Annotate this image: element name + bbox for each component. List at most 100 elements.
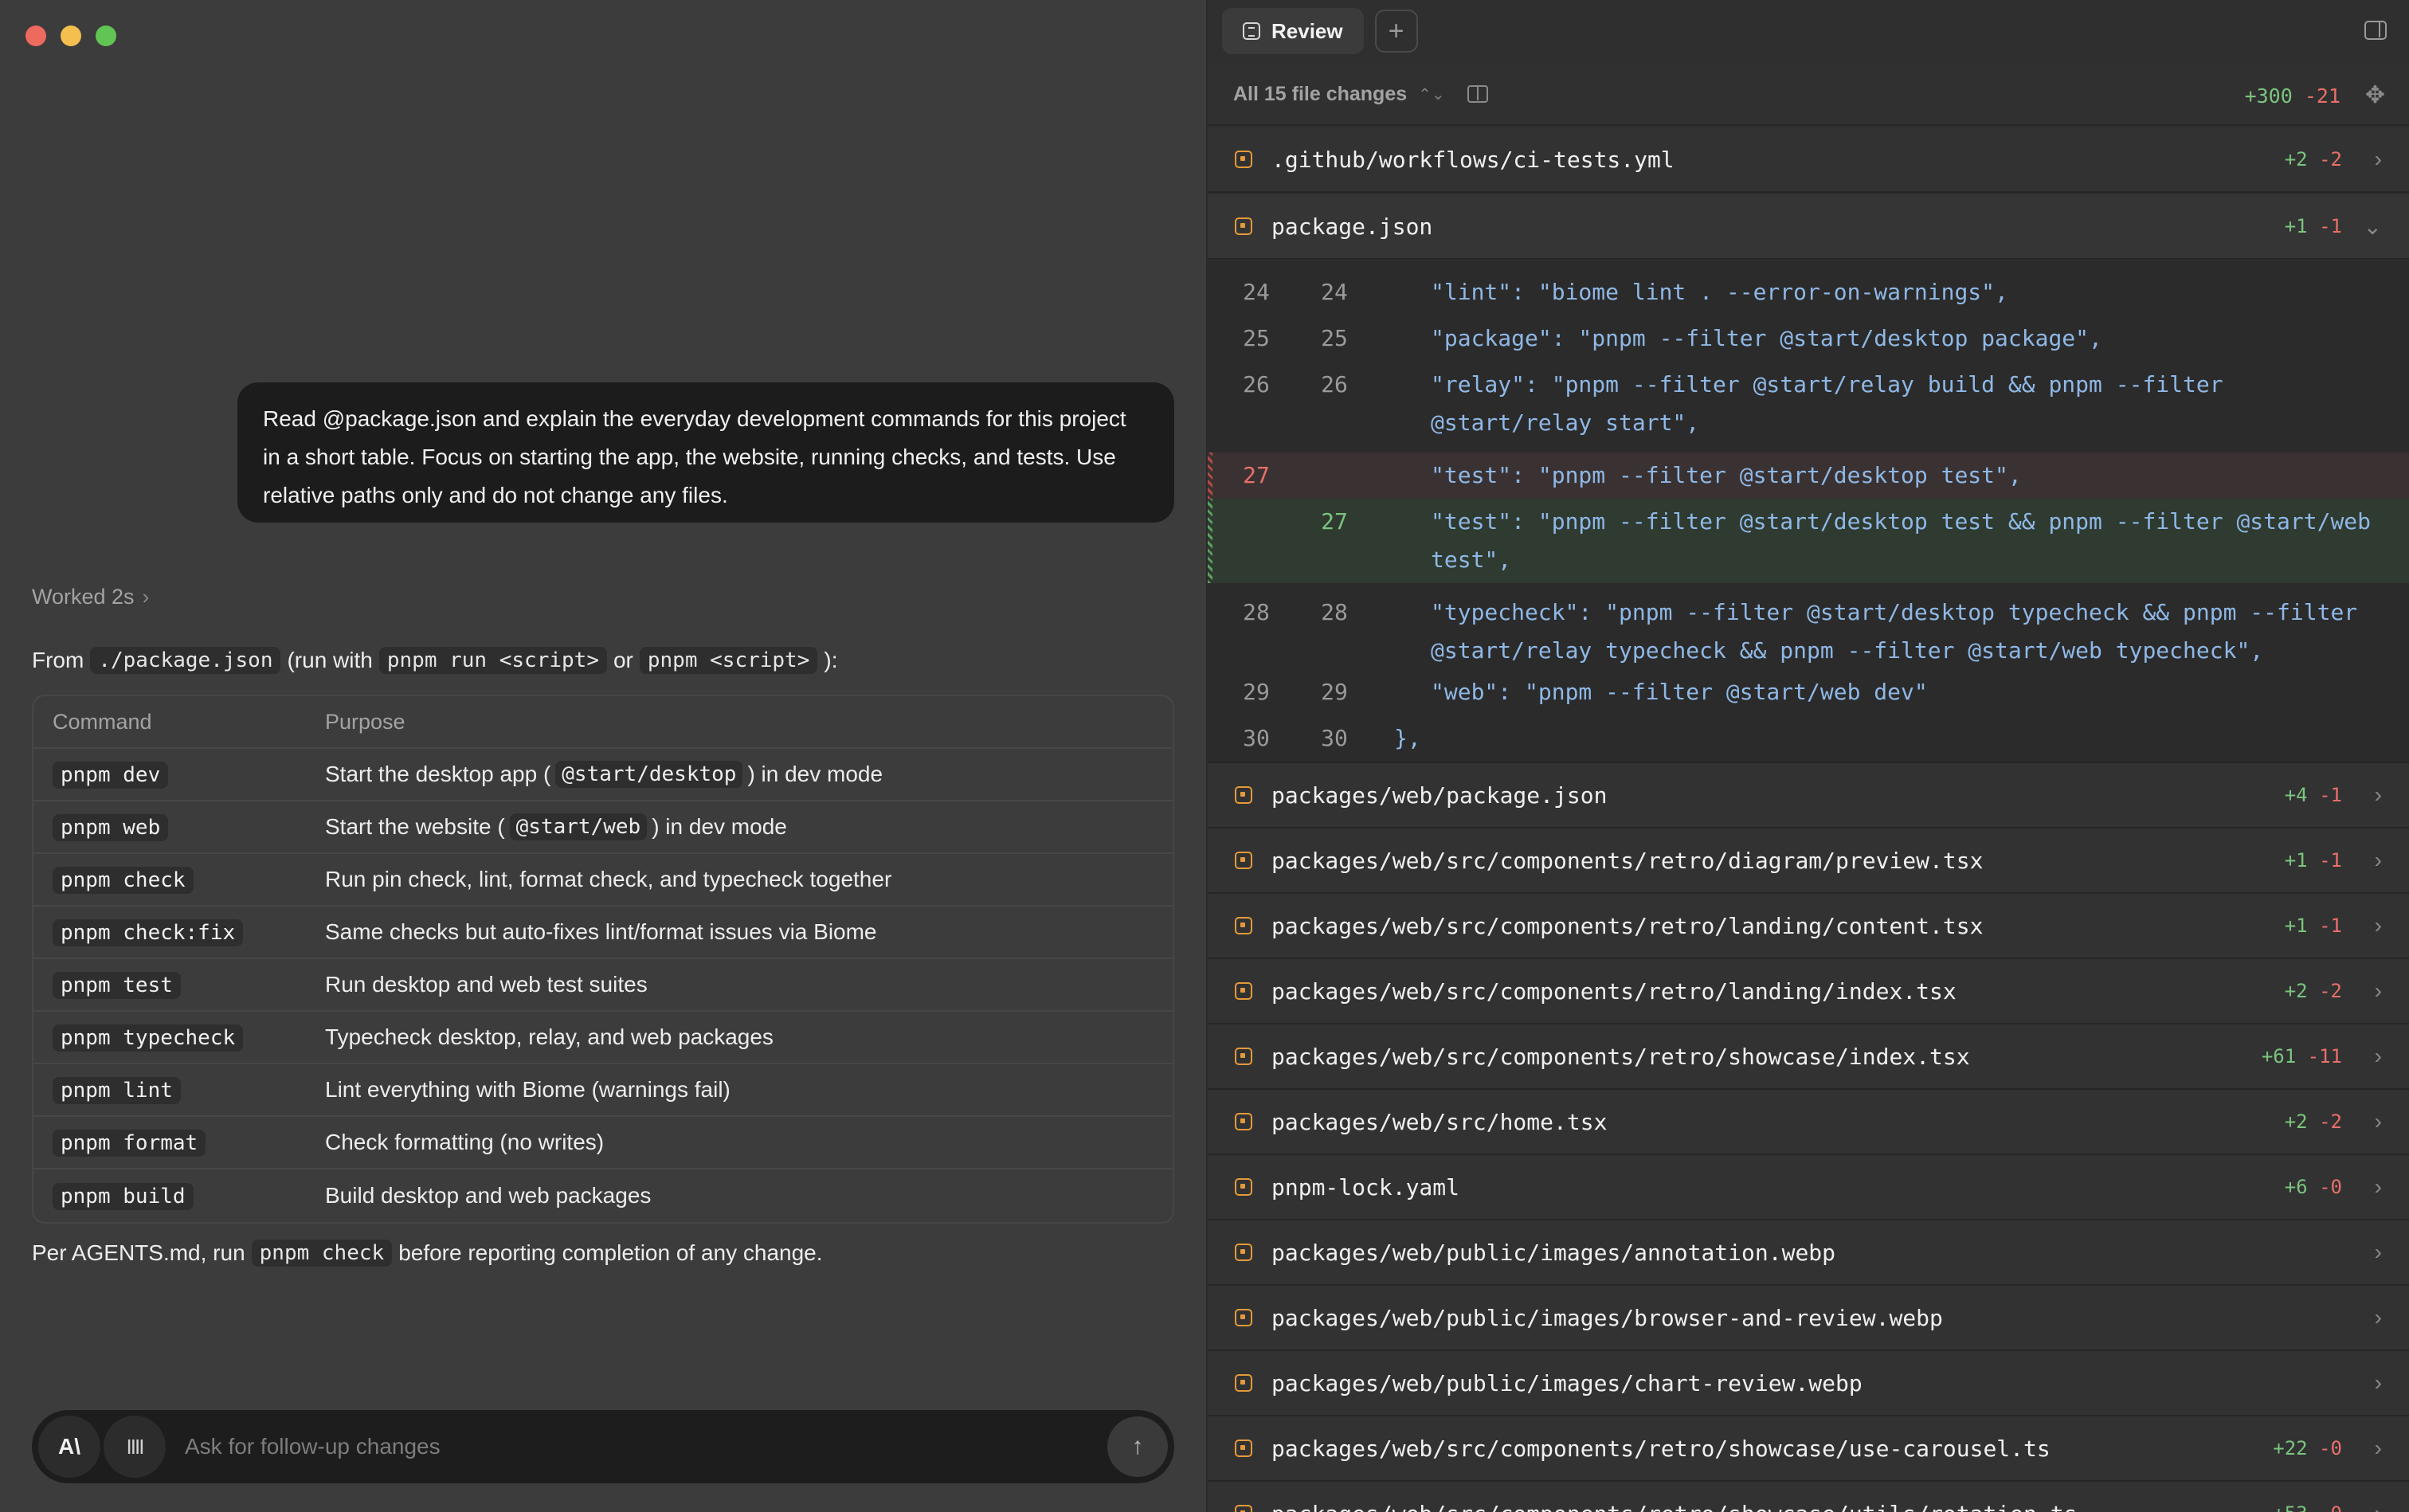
file-stats: +2 -2 xyxy=(2285,148,2342,170)
worked-disclosure[interactable]: Worked 2s › xyxy=(32,585,149,609)
chevron-updown-icon[interactable]: ⌃⌄ xyxy=(1418,84,1445,104)
send-button[interactable]: ↑ xyxy=(1107,1416,1168,1477)
file-additions: +6 xyxy=(2284,1176,2308,1198)
zoom-window-button[interactable] xyxy=(96,25,116,46)
modified-file-icon xyxy=(1235,982,1252,1000)
modified-file-icon xyxy=(1235,1048,1252,1065)
file-name: packages/web/src/components/retro/showca… xyxy=(1271,1043,1970,1070)
file-deletions: -2 xyxy=(2319,980,2342,1002)
purpose-code: @start/web xyxy=(509,813,648,840)
intro-end: ): xyxy=(824,648,838,672)
purpose-cell: Start the desktop app (@start/desktop) i… xyxy=(325,761,1173,788)
chevron-right-icon: › xyxy=(2374,1109,2382,1134)
file-deletions: -2 xyxy=(2319,148,2342,170)
command-cell: pnpm dev xyxy=(33,762,325,789)
window-controls xyxy=(25,25,116,46)
modified-file-icon xyxy=(1235,852,1252,869)
file-deletions: -0 xyxy=(2319,1502,2342,1512)
modified-file-icon xyxy=(1235,1113,1252,1130)
chevron-right-icon: › xyxy=(2374,1044,2382,1068)
chevron-right-icon: › xyxy=(2374,978,2382,1003)
follow-up-input[interactable]: Ask for follow-up changes xyxy=(185,1434,1107,1459)
move-icon[interactable]: ✥ xyxy=(2365,81,2385,109)
close-window-button[interactable] xyxy=(25,25,46,46)
diff-code: }, xyxy=(1394,725,1421,751)
file-row[interactable]: packages/web/public/images/annotation.we… xyxy=(1208,1220,2409,1286)
file-row[interactable]: packages/web/src/components/retro/showca… xyxy=(1208,1482,2409,1512)
file-additions: +53 xyxy=(2273,1502,2307,1512)
new-tab-button[interactable]: + xyxy=(1374,10,1418,53)
command-code: pnpm lint xyxy=(53,1077,181,1104)
minimize-window-button[interactable] xyxy=(61,25,81,46)
purpose-text: Run pin check, lint, format check, and t… xyxy=(325,867,892,891)
review-tabbar: Review + xyxy=(1208,0,2409,62)
diff-code: "test": "pnpm --filter @start/desktop te… xyxy=(1431,508,2384,573)
file-row[interactable]: packages/web/public/images/chart-review.… xyxy=(1208,1351,2409,1416)
file-row[interactable]: pnpm-lock.yaml +6 -0 › xyxy=(1208,1155,2409,1220)
file-row[interactable]: packages/web/src/components/retro/showca… xyxy=(1208,1024,2409,1090)
file-row-expanded[interactable]: package.json +1 -1 ⌄ xyxy=(1208,194,2409,260)
file-row[interactable]: packages/web/src/home.tsx +2 -2 › xyxy=(1208,1090,2409,1155)
header-purpose: Purpose xyxy=(325,709,405,734)
file-deletions: -11 xyxy=(2307,1045,2342,1067)
file-row[interactable]: packages/web/public/images/browser-and-r… xyxy=(1208,1286,2409,1351)
diff-view: 24 24 "lint": "biome lint . --error-on-w… xyxy=(1208,261,2409,763)
file-stats: +1 -1 xyxy=(2285,215,2342,237)
modified-file-icon xyxy=(1235,917,1252,934)
old-line-number: 29 xyxy=(1243,679,1270,705)
total-additions: +300 xyxy=(2244,84,2293,108)
commands-table: Command Purpose pnpm dev Start the deskt… xyxy=(32,695,1174,1224)
diff-code: "typecheck": "pnpm --filter @start/deskt… xyxy=(1431,599,2372,664)
old-line-number: 24 xyxy=(1243,279,1270,305)
diff-code: "package": "pnpm --filter @start/desktop… xyxy=(1431,325,2102,351)
file-additions: +2 xyxy=(2284,980,2308,1002)
diff-line: 30 30 }, xyxy=(1208,715,2409,762)
file-row[interactable]: packages/web/src/components/retro/diagra… xyxy=(1208,828,2409,894)
deletion-marker xyxy=(1208,452,1212,499)
modified-file-icon xyxy=(1235,1309,1252,1326)
file-name: packages/web/src/home.tsx xyxy=(1271,1108,1608,1135)
footer-code: pnpm check xyxy=(251,1240,393,1267)
command-code: pnpm format xyxy=(53,1130,206,1157)
file-deletions: -2 xyxy=(2319,1110,2342,1133)
diff-line: 24 24 "lint": "biome lint . --error-on-w… xyxy=(1208,269,2409,315)
file-name: packages/web/src/components/retro/showca… xyxy=(1271,1435,2051,1462)
tab-review[interactable]: Review xyxy=(1222,8,1364,54)
app-window: Read @package.json and explain the every… xyxy=(0,0,2409,1512)
new-line-number: 25 xyxy=(1321,325,1348,351)
modified-file-icon xyxy=(1235,217,1252,235)
file-changes-selector[interactable]: All 15 file changes xyxy=(1233,83,1407,106)
chevron-right-icon: › xyxy=(2374,147,2382,171)
file-row[interactable]: packages/web/src/components/retro/landin… xyxy=(1208,894,2409,959)
file-row[interactable]: packages/web/package.json +4 -1 › xyxy=(1208,763,2409,828)
split-view-icon[interactable] xyxy=(1467,85,1488,103)
table-row: pnpm typecheck Typecheck desktop, relay,… xyxy=(33,1012,1173,1064)
file-row[interactable]: .github/workflows/ci-tests.yml +2 -2 › xyxy=(1208,127,2409,193)
file-additions: +2 xyxy=(2284,1110,2308,1133)
table-row: pnpm check:fix Same checks but auto-fixe… xyxy=(33,907,1173,959)
purpose-text: Start the desktop app ( xyxy=(325,762,551,786)
chevron-right-icon: › xyxy=(2374,913,2382,938)
file-name: packages/web/public/images/chart-review.… xyxy=(1271,1369,1863,1396)
old-line-number: 27 xyxy=(1243,462,1270,488)
voice-button[interactable]: IIII xyxy=(104,1416,166,1478)
file-stats: +2 -2 xyxy=(2285,980,2342,1002)
sidebar-toggle-icon[interactable] xyxy=(2364,21,2387,40)
file-row[interactable]: packages/web/src/components/retro/showca… xyxy=(1208,1416,2409,1482)
user-message: Read @package.json and explain the every… xyxy=(237,382,1174,523)
modified-file-icon xyxy=(1235,1505,1252,1512)
file-additions: +1 xyxy=(2284,215,2308,237)
purpose-cell: Check formatting (no writes) xyxy=(325,1130,1173,1155)
model-selector-button[interactable]: A\ xyxy=(38,1416,100,1478)
diff-code: "lint": "biome lint . --error-on-warning… xyxy=(1431,279,2008,305)
chevron-right-icon: › xyxy=(2374,1305,2382,1330)
diff-code: "test": "pnpm --filter @start/desktop te… xyxy=(1431,462,2022,488)
table-row: pnpm build Build desktop and web package… xyxy=(33,1169,1173,1222)
file-row[interactable]: packages/web/src/components/retro/landin… xyxy=(1208,959,2409,1024)
purpose-cell: Start the website (@start/web) in dev mo… xyxy=(325,813,1173,840)
file-stats: +61 -11 xyxy=(2262,1045,2342,1067)
diff-code: "relay": "pnpm --filter @start/relay bui… xyxy=(1431,371,2237,436)
command-code: pnpm web xyxy=(53,814,169,841)
diff-code: "web": "pnpm --filter @start/web dev" xyxy=(1431,679,1928,705)
file-stats: +53 -0 xyxy=(2273,1502,2342,1512)
